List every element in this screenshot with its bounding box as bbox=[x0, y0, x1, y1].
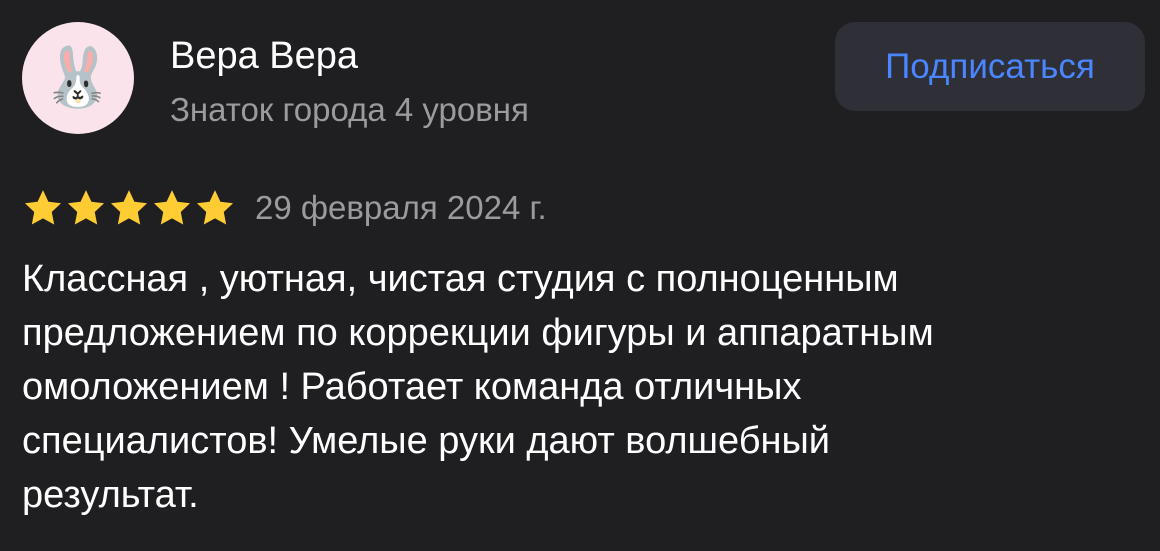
star-icon bbox=[67, 190, 105, 225]
star-rating bbox=[22, 186, 237, 230]
rating-row: 29 февраля 2024 г. bbox=[22, 186, 547, 230]
author-name[interactable]: Вера Вера bbox=[170, 34, 358, 78]
avatar[interactable]: 🐰 bbox=[22, 22, 134, 134]
star-icon bbox=[153, 190, 191, 225]
star-icon bbox=[196, 190, 234, 225]
author-level: Знаток города 4 уровня bbox=[170, 91, 529, 128]
star-icon bbox=[24, 190, 62, 225]
rabbit-face-icon: 🐰 bbox=[41, 45, 115, 110]
review-date: 29 февраля 2024 г. bbox=[255, 189, 547, 226]
subscribe-button[interactable]: Подписаться bbox=[835, 22, 1145, 111]
review-text: Классная , уютная, чистая студия с полно… bbox=[22, 258, 934, 516]
review-card: 🐰 Вера Вера Знаток города 4 уровня Подпи… bbox=[0, 0, 1160, 551]
star-icon bbox=[110, 190, 148, 225]
